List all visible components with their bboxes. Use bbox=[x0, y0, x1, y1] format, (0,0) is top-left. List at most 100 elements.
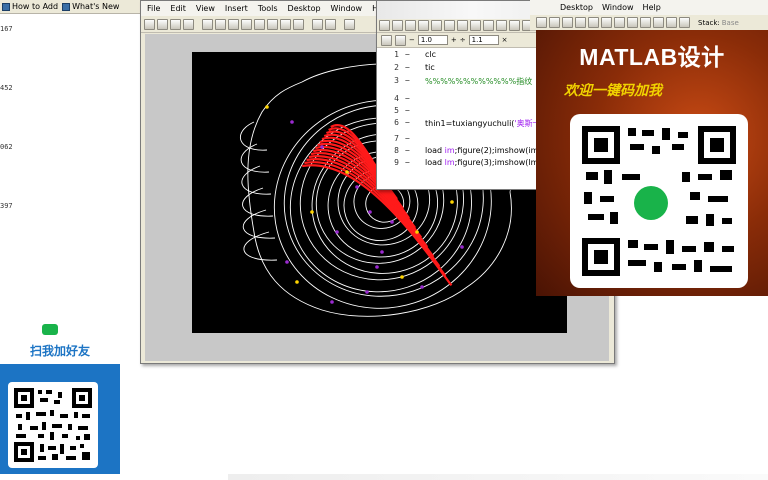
line-number: 6 bbox=[394, 118, 399, 127]
cell-scale-field[interactable]: 1.1 bbox=[468, 35, 499, 45]
link-icon[interactable] bbox=[293, 18, 304, 30]
go-back-icon[interactable] bbox=[509, 20, 520, 31]
divide-icon[interactable]: ÷ bbox=[460, 36, 466, 44]
menu-help[interactable]: Help bbox=[643, 3, 661, 12]
function-icon[interactable] bbox=[575, 17, 586, 28]
new-file-icon[interactable] bbox=[379, 20, 390, 31]
undo-icon[interactable] bbox=[457, 20, 468, 31]
zoom-out-icon[interactable] bbox=[228, 18, 239, 30]
menu-file[interactable]: File bbox=[147, 4, 160, 13]
print-icon[interactable] bbox=[183, 18, 194, 30]
binoculars-icon[interactable] bbox=[536, 17, 547, 28]
cell-eval-icon[interactable] bbox=[395, 34, 406, 46]
rotate-3d-icon[interactable] bbox=[254, 18, 265, 30]
shortcut-whats-new[interactable]: What's New bbox=[62, 2, 119, 11]
shortcut-label: How to Add bbox=[12, 2, 59, 11]
colorbar-icon[interactable] bbox=[312, 18, 323, 30]
hide-plot-tools-icon[interactable] bbox=[344, 18, 355, 30]
paste-icon[interactable] bbox=[444, 20, 455, 31]
run-icon[interactable] bbox=[627, 17, 638, 28]
stack-label: Stack: bbox=[698, 18, 720, 27]
menu-edit[interactable]: Edit bbox=[170, 4, 186, 13]
menu-desktop[interactable]: Desktop bbox=[288, 4, 321, 13]
clear-breakpoints-icon[interactable] bbox=[601, 17, 612, 28]
exit-debug-icon[interactable] bbox=[679, 17, 690, 28]
step-icon[interactable] bbox=[614, 17, 625, 28]
step-in-icon[interactable] bbox=[640, 17, 651, 28]
copy-icon[interactable] bbox=[431, 20, 442, 31]
print-icon[interactable] bbox=[483, 20, 494, 31]
breakpoint-marker[interactable]: − bbox=[405, 63, 410, 72]
save-icon[interactable] bbox=[405, 20, 416, 31]
multiply-icon[interactable]: × bbox=[502, 36, 508, 44]
brush-icon[interactable] bbox=[280, 18, 291, 30]
workspace-value: 452 bbox=[0, 84, 13, 92]
find-icon[interactable] bbox=[496, 20, 507, 31]
wechat-add-friend-card: 扫我加好友 bbox=[0, 318, 120, 474]
wechat-card-header: 扫我加好友 bbox=[0, 318, 120, 364]
zoom-in-icon[interactable] bbox=[215, 18, 226, 30]
line-number: 8 bbox=[394, 146, 399, 155]
menu-insert[interactable]: Insert bbox=[225, 4, 248, 13]
open-file-icon[interactable] bbox=[392, 20, 403, 31]
line-number: 1 bbox=[394, 50, 399, 59]
menu-desktop[interactable]: Desktop bbox=[560, 3, 593, 12]
workspace-value: 397 bbox=[0, 202, 13, 210]
pan-hand-icon[interactable] bbox=[241, 18, 252, 30]
step-out-icon[interactable] bbox=[653, 17, 664, 28]
breakpoint-marker[interactable]: − bbox=[405, 76, 410, 85]
cut-icon[interactable] bbox=[418, 20, 429, 31]
data-cursor-icon[interactable] bbox=[267, 18, 278, 30]
minus-icon[interactable]: − bbox=[409, 36, 415, 44]
workspace-value: 167 bbox=[0, 25, 13, 33]
shortcut-label: What's New bbox=[72, 2, 120, 11]
breakpoint-marker[interactable]: − bbox=[405, 134, 410, 143]
line-number: 4 bbox=[394, 94, 399, 103]
breakpoint-marker[interactable]: − bbox=[405, 94, 410, 103]
breakpoint-marker[interactable]: − bbox=[405, 146, 410, 155]
wechat-qr-code bbox=[8, 382, 98, 468]
menu-window[interactable]: Window bbox=[602, 3, 634, 12]
promo-card: MATLAB设计 欢迎一键码加我 bbox=[536, 30, 768, 296]
breakpoint-marker[interactable]: − bbox=[405, 50, 410, 59]
breakpoint-marker[interactable]: − bbox=[405, 158, 410, 167]
wechat-icon bbox=[42, 324, 58, 335]
continue-icon[interactable] bbox=[666, 17, 677, 28]
shortcut-how-to-add[interactable]: How to Add bbox=[2, 2, 58, 11]
plus-icon[interactable]: + bbox=[451, 36, 457, 44]
breakpoint-marker[interactable]: − bbox=[405, 118, 410, 127]
qr-code-icon bbox=[14, 388, 92, 462]
code-text: clc bbox=[425, 50, 437, 59]
line-number: 2 bbox=[394, 63, 399, 72]
redo-icon[interactable] bbox=[470, 20, 481, 31]
line-number: 3 bbox=[394, 76, 399, 85]
promo-title: MATLAB设计 bbox=[579, 44, 725, 70]
new-figure-icon[interactable] bbox=[144, 18, 155, 30]
menu-window[interactable]: Window bbox=[331, 4, 363, 13]
cell-toolbar-icon[interactable] bbox=[381, 34, 392, 46]
legend-icon[interactable] bbox=[325, 18, 336, 30]
desktop-menubar: Desktop Window Help bbox=[530, 0, 768, 15]
save-icon[interactable] bbox=[170, 18, 181, 30]
stack-select[interactable]: Base bbox=[722, 19, 739, 27]
pointer-icon[interactable] bbox=[202, 18, 213, 30]
shortcuts-toolbar: How to Add What's New bbox=[0, 0, 140, 14]
wechat-logo-fill bbox=[634, 186, 668, 220]
menu-view[interactable]: View bbox=[196, 4, 215, 13]
breakpoint-marker[interactable]: − bbox=[405, 106, 410, 115]
cell-decrement-field[interactable]: 1.0 bbox=[417, 35, 448, 45]
breakpoint-icon[interactable] bbox=[588, 17, 599, 28]
workspace-value: 062 bbox=[0, 143, 13, 151]
desktop-toolbar: Stack: Base bbox=[530, 15, 768, 31]
promo-subtitle: 欢迎一键码加我 bbox=[564, 82, 662, 98]
menu-tools[interactable]: Tools bbox=[258, 4, 278, 13]
go-back-icon[interactable] bbox=[549, 17, 560, 28]
wechat-logo-icon bbox=[631, 183, 671, 223]
code-text: tic bbox=[425, 63, 435, 72]
line-number: 5 bbox=[394, 106, 399, 115]
wechat-card-label: 扫我加好友 bbox=[29, 344, 90, 358]
code-text: %%%%%%%%%%%%指纹 bbox=[425, 77, 533, 86]
open-file-icon[interactable] bbox=[157, 18, 168, 30]
go-forward-icon[interactable] bbox=[562, 17, 573, 28]
code-text: load lm;figure(3);imshow(lm bbox=[425, 158, 539, 167]
